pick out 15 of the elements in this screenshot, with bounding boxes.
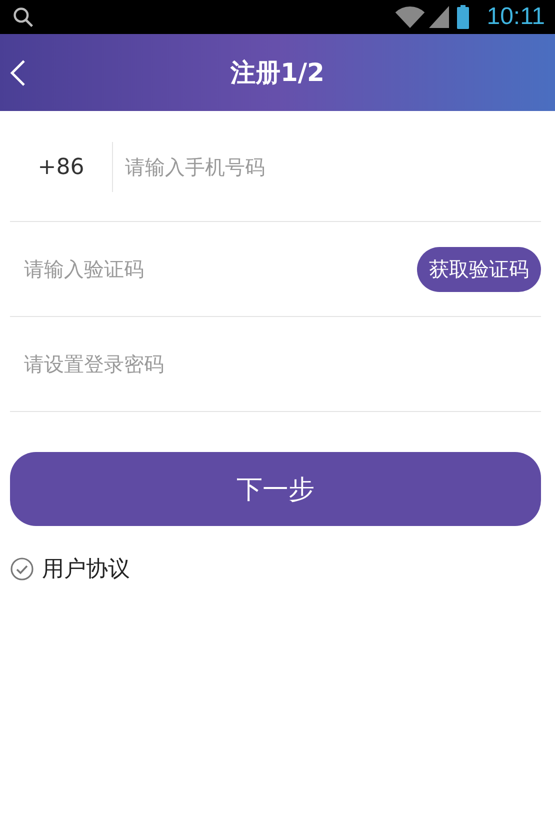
signal-icon: [428, 6, 449, 28]
code-field[interactable]: 请输入验证码: [10, 257, 417, 281]
get-code-button[interactable]: 获取验证码: [417, 246, 541, 292]
back-icon[interactable]: [10, 58, 26, 86]
clock-time: 10:11: [486, 3, 545, 31]
next-button[interactable]: 下一步: [10, 452, 541, 526]
search-icon: [12, 6, 34, 28]
country-code[interactable]: +86: [10, 154, 112, 180]
password-field[interactable]: 请设置登录密码: [10, 352, 541, 376]
checkbox[interactable]: [10, 557, 34, 581]
wifi-icon: [394, 6, 425, 28]
agreement-link[interactable]: 用户协议: [42, 554, 130, 584]
page-title: 注册1/2: [230, 57, 324, 89]
battery-icon: [456, 5, 469, 29]
phone-field[interactable]: 请输入手机号码: [125, 155, 541, 179]
